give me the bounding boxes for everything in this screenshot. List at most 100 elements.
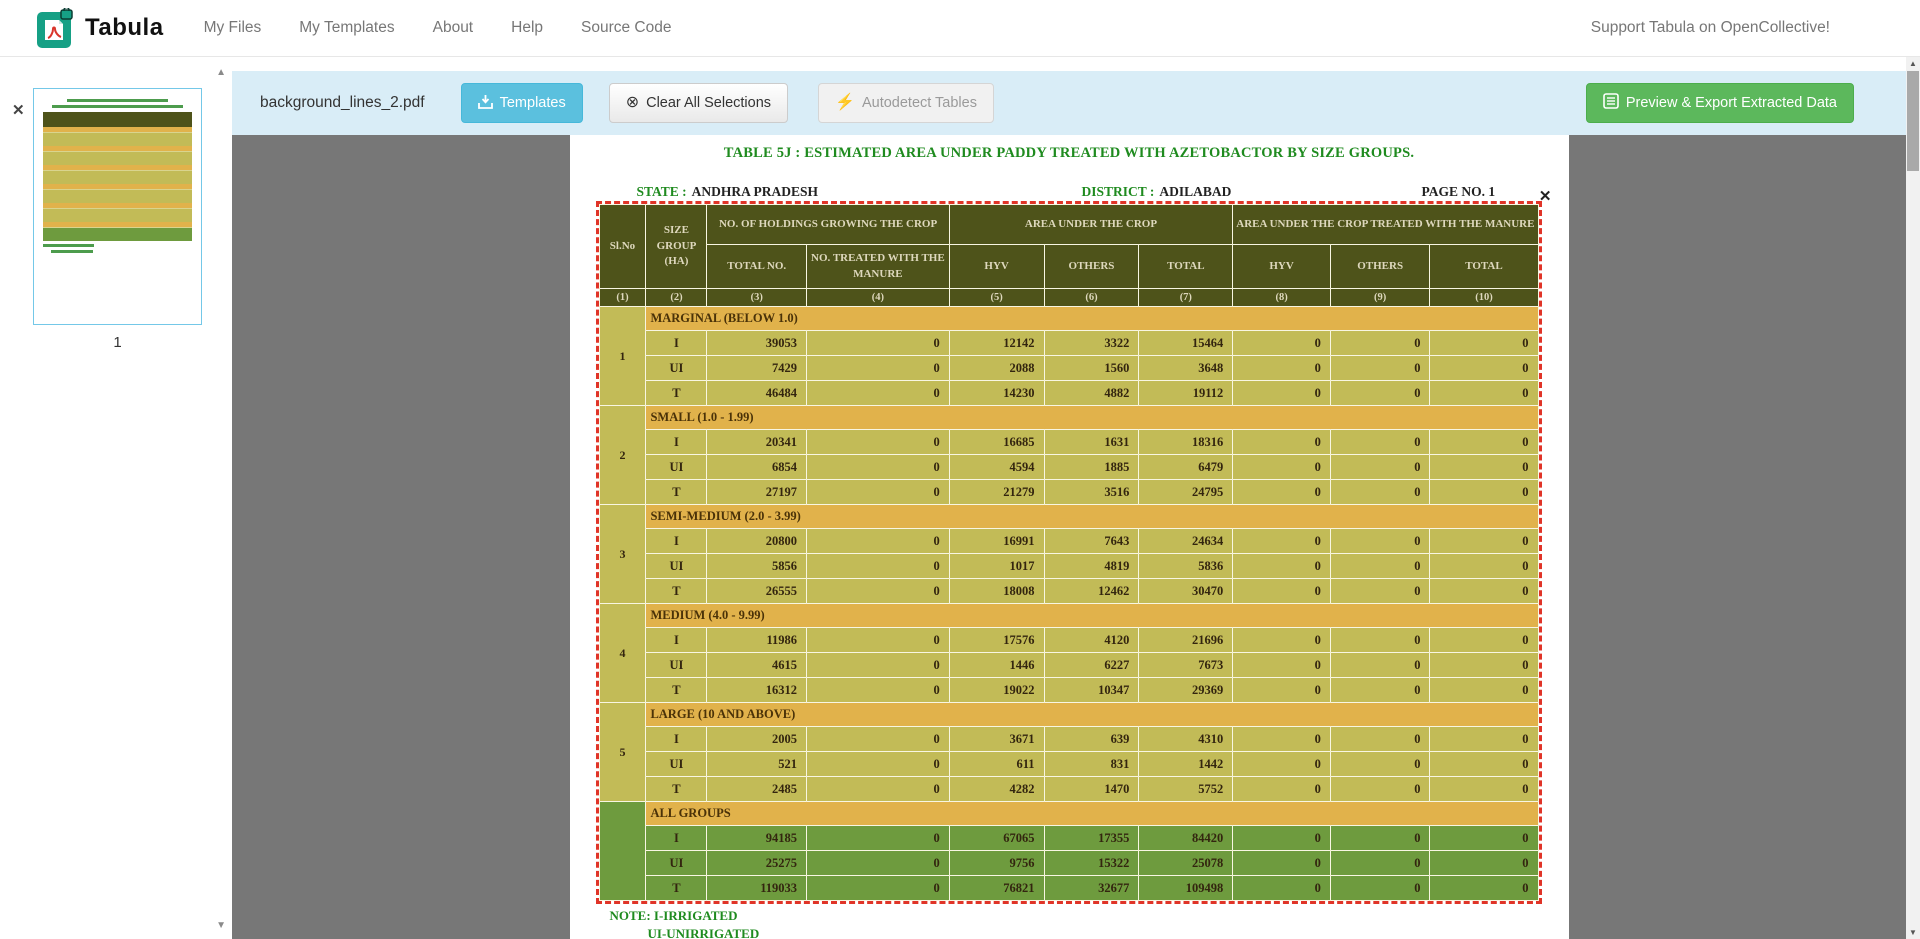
subheader-others2: OTHERS — [1330, 245, 1430, 289]
value-cell: 0 — [807, 653, 950, 678]
scrollbar-thumb[interactable] — [1907, 71, 1919, 171]
table-row: UI74290208815603648000 — [599, 356, 1538, 381]
support-link[interactable]: Support Tabula on OpenCollective! — [1591, 19, 1830, 37]
district-field: DISTRICT :ADILABAD — [1082, 184, 1232, 200]
remove-file-icon[interactable]: ✕ — [12, 101, 25, 119]
value-cell: 0 — [1330, 777, 1430, 802]
selection-close-icon[interactable]: ✕ — [1539, 187, 1552, 205]
pdf-page[interactable]: TABLE 5J : ESTIMATED AREA UNDER PADDY TR… — [570, 135, 1569, 939]
table-row: UI25275097561532225078000 — [599, 851, 1538, 876]
table-selection-box[interactable]: ✕ Sl.No SIZE GROUP (HA) — [596, 201, 1542, 904]
sidebar-scroll-up-icon[interactable]: ▲ — [216, 67, 226, 78]
group-label: LARGE (10 AND ABOVE) — [646, 703, 1538, 727]
value-cell: 0 — [1430, 455, 1538, 480]
export-table-icon — [1603, 93, 1619, 113]
main-panel: background_lines_2.pdf Templates ⊗ Clear… — [232, 57, 1906, 939]
value-cell: 0 — [1330, 381, 1430, 406]
value-cell: 0 — [1330, 826, 1430, 851]
value-cell: 611 — [949, 752, 1044, 777]
group-band-row: 2SMALL (1.0 - 1.99) — [599, 406, 1538, 430]
value-cell: 831 — [1044, 752, 1139, 777]
value-cell: 17355 — [1044, 826, 1139, 851]
value-cell: 0 — [807, 727, 950, 752]
subheader-hyv: HYV — [949, 245, 1044, 289]
templates-button[interactable]: Templates — [461, 83, 583, 123]
nav-my-files[interactable]: My Files — [204, 19, 262, 37]
value-cell: 0 — [1430, 826, 1538, 851]
nav-my-templates[interactable]: My Templates — [299, 19, 394, 37]
group-label: SMALL (1.0 - 1.99) — [646, 406, 1538, 430]
scrollbar-up-icon[interactable]: ▲ — [1906, 59, 1920, 68]
value-cell: 3671 — [949, 727, 1044, 752]
value-cell: 0 — [807, 356, 950, 381]
value-cell: 10347 — [1044, 678, 1139, 703]
subheader-no-treated: NO. TREATED WITH THE MANURE — [807, 245, 950, 289]
value-cell: 0 — [1330, 554, 1430, 579]
table-row: I11986017576412021696000 — [599, 628, 1538, 653]
value-cell: 11986 — [707, 628, 807, 653]
preview-export-button[interactable]: Preview & Export Extracted Data — [1586, 83, 1854, 123]
table-row: T163120190221034729369000 — [599, 678, 1538, 703]
value-cell: 39053 — [707, 331, 807, 356]
row-type-cell: T — [646, 876, 707, 901]
scrollbar-down-icon[interactable]: ▼ — [1906, 928, 1920, 937]
row-type-cell: I — [646, 628, 707, 653]
slno-cell: 2 — [599, 406, 646, 505]
value-cell: 2005 — [707, 727, 807, 752]
value-cell: 5856 — [707, 554, 807, 579]
value-cell: 0 — [1233, 777, 1331, 802]
table-header: Sl.No SIZE GROUP (HA) NO. OF HOLDINGS GR… — [599, 205, 1538, 307]
value-cell: 639 — [1044, 727, 1139, 752]
value-cell: 9756 — [949, 851, 1044, 876]
subheader-hyv2: HYV — [1233, 245, 1331, 289]
subheader-others: OTHERS — [1044, 245, 1139, 289]
row-type-cell: T — [646, 777, 707, 802]
header-treated-group: AREA UNDER THE CROP TREATED WITH THE MAN… — [1233, 205, 1538, 245]
value-cell: 0 — [1233, 752, 1331, 777]
value-cell: 0 — [807, 529, 950, 554]
row-type-cell: T — [646, 678, 707, 703]
nav-source-code[interactable]: Source Code — [581, 19, 671, 37]
value-cell: 119033 — [707, 876, 807, 901]
toolbar: background_lines_2.pdf Templates ⊗ Clear… — [232, 71, 1906, 135]
table-row: T46484014230488219112000 — [599, 381, 1538, 406]
value-cell: 0 — [807, 480, 950, 505]
nav-links: My Files My Templates About Help Source … — [204, 19, 710, 37]
sidebar-scroll-down-icon[interactable]: ▼ — [216, 920, 226, 931]
value-cell: 0 — [807, 851, 950, 876]
value-cell: 6854 — [707, 455, 807, 480]
value-cell: 2088 — [949, 356, 1044, 381]
autodetect-tables-button[interactable]: ⚡ Autodetect Tables — [818, 83, 994, 123]
value-cell: 67065 — [949, 826, 1044, 851]
value-cell: 109498 — [1139, 876, 1233, 901]
value-cell: 24795 — [1139, 480, 1233, 505]
value-cell: 18316 — [1139, 430, 1233, 455]
brand[interactable]: Tabula — [37, 8, 164, 48]
value-cell: 18008 — [949, 579, 1044, 604]
state-field: STATE :ANDHRA PRADESH — [637, 184, 819, 200]
value-cell: 4282 — [949, 777, 1044, 802]
value-cell: 12142 — [949, 331, 1044, 356]
value-cell: 20800 — [707, 529, 807, 554]
nav-about[interactable]: About — [433, 19, 474, 37]
value-cell: 1560 — [1044, 356, 1139, 381]
row-type-cell: I — [646, 529, 707, 554]
tabula-app: Tabula My Files My Templates About Help … — [0, 0, 1920, 939]
value-cell: 1017 — [949, 554, 1044, 579]
table-row: T11903307682132677109498000 — [599, 876, 1538, 901]
nav-help[interactable]: Help — [511, 19, 543, 37]
page-thumbnail[interactable] — [33, 88, 202, 325]
value-cell: 0 — [1430, 381, 1538, 406]
value-cell: 14230 — [949, 381, 1044, 406]
slno-cell — [599, 802, 646, 901]
pdf-note: NOTE: I-IRRIGATED UI-UNIRRIGATED — [610, 907, 760, 939]
value-cell: 32677 — [1044, 876, 1139, 901]
clear-all-selections-button[interactable]: ⊗ Clear All Selections — [609, 83, 788, 123]
value-cell: 0 — [1330, 455, 1430, 480]
group-band-row: 3SEMI-MEDIUM (2.0 - 3.99) — [599, 505, 1538, 529]
thumb-title-line — [67, 99, 168, 102]
value-cell: 1442 — [1139, 752, 1233, 777]
value-cell: 0 — [1233, 430, 1331, 455]
header-size-group: SIZE GROUP (HA) — [646, 205, 707, 289]
value-cell: 0 — [1330, 430, 1430, 455]
